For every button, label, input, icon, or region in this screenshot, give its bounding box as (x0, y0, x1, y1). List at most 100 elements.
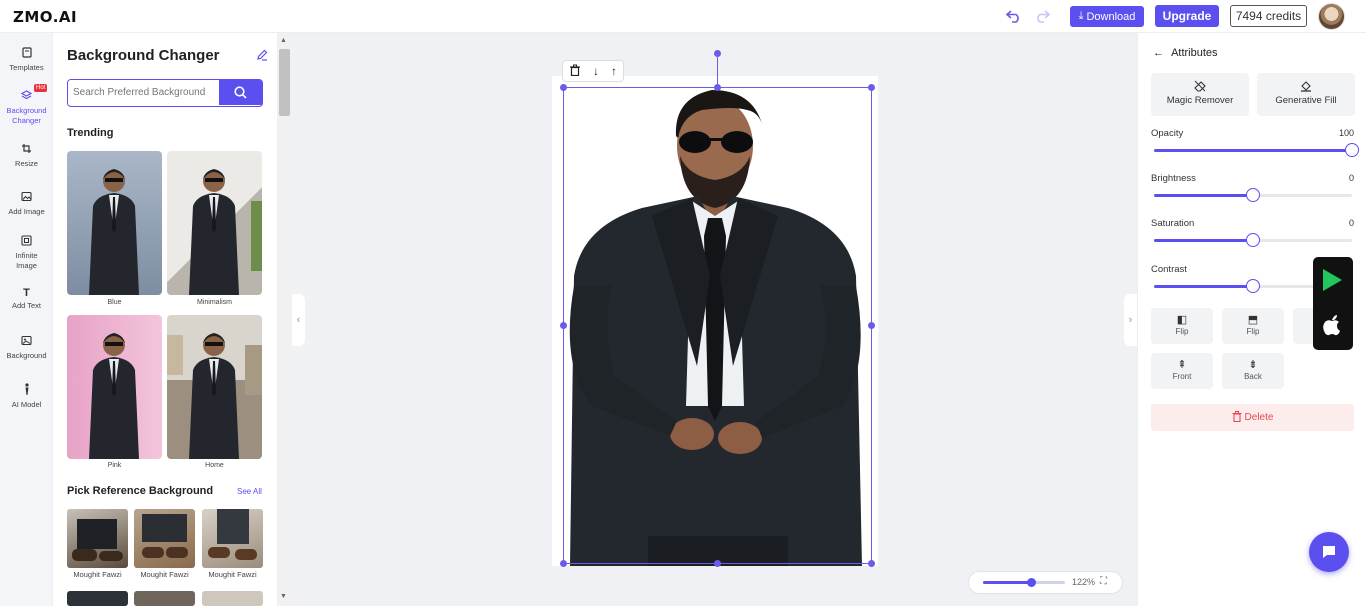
saturation-label: Saturation (1151, 218, 1195, 229)
resize-handle[interactable] (560, 560, 567, 567)
reference-thumb[interactable] (67, 509, 128, 568)
apple-icon[interactable] (1322, 314, 1342, 340)
rotate-handle[interactable] (714, 50, 721, 57)
flip-horizontal-label: Flip (1175, 327, 1189, 336)
reference-thumb[interactable] (67, 591, 128, 606)
opacity-slider-knob[interactable] (1345, 143, 1359, 157)
resize-handle[interactable] (868, 560, 875, 567)
upgrade-button[interactable]: Upgrade (1155, 5, 1219, 27)
app-logo[interactable]: ZMO.AI (13, 8, 77, 26)
back-arrow-icon[interactable]: ← (1153, 47, 1164, 59)
trash-icon[interactable] (569, 64, 581, 79)
redo-icon[interactable] (1034, 9, 1051, 27)
rail-item-add-text[interactable]: T Add Text (0, 287, 53, 311)
saturation-slider[interactable] (1154, 233, 1352, 247)
reference-thumb[interactable] (134, 591, 195, 606)
resize-handle[interactable] (560, 84, 567, 91)
attributes-title: Attributes (1171, 47, 1218, 59)
image-icon (0, 191, 53, 205)
download-button[interactable]: ⤓ Download (1070, 6, 1144, 27)
pick-reference-title: Pick Reference Background (67, 485, 214, 497)
collapse-left-icon[interactable]: ‹ (292, 294, 305, 346)
resize-handle[interactable] (560, 322, 567, 329)
reference-thumb[interactable] (202, 509, 263, 568)
zoom-slider-knob[interactable] (1026, 578, 1036, 587)
panel-scrollbar[interactable]: ▲ ▼ (277, 33, 292, 606)
generative-fill-button[interactable]: Generative Fill (1257, 73, 1355, 116)
bring-front-button[interactable]: ⇞ Front (1151, 353, 1213, 389)
trending-label: Home (205, 462, 224, 469)
reference-thumb[interactable] (202, 591, 263, 606)
eraser-icon (1151, 80, 1249, 95)
search-input[interactable] (68, 80, 220, 105)
rotate-line (717, 56, 718, 87)
delete-button[interactable]: Delete (1151, 404, 1354, 431)
brightness-label: Brightness (1151, 173, 1196, 184)
opacity-label: Opacity (1151, 128, 1184, 139)
trending-thumb-pink[interactable] (67, 315, 162, 459)
trending-thumb-minimalism[interactable] (167, 151, 262, 295)
magic-remover-label: Magic Remover (1166, 95, 1234, 106)
brightness-slider-knob[interactable] (1246, 188, 1260, 202)
search-icon (234, 86, 247, 99)
fit-screen-icon[interactable]: ⛶ (1100, 576, 1107, 587)
chat-icon (1323, 546, 1335, 558)
saturation-slider-fill (1154, 239, 1253, 242)
rail-item-infinite-image[interactable]: Infinite Image (0, 235, 53, 271)
undo-icon[interactable] (1005, 9, 1022, 27)
selection-box (563, 87, 872, 564)
search-button[interactable] (219, 80, 262, 105)
credits-badge[interactable]: 7494 credits (1230, 5, 1307, 27)
zoom-slider[interactable] (983, 578, 1065, 587)
rail-item-ai-model[interactable]: AI Model (0, 383, 53, 410)
opacity-slider[interactable] (1154, 143, 1359, 157)
see-all-link[interactable]: See All (237, 487, 262, 496)
opacity-slider-fill (1154, 149, 1352, 152)
reference-label: Moughit Fawzi (73, 570, 122, 579)
scrollbar-thumb[interactable] (279, 49, 290, 116)
attributes-header[interactable]: ← Attributes (1153, 47, 1218, 59)
resize-handle[interactable] (714, 84, 721, 91)
rail-label: Templates (9, 63, 44, 72)
rail-item-background-changer[interactable]: Hot Background Changer (0, 84, 53, 126)
trash-icon (1232, 410, 1242, 425)
flip-horizontal-button[interactable]: ◧ Flip (1151, 308, 1213, 344)
flip-vertical-button[interactable]: ⬒ Flip (1222, 308, 1284, 344)
collapse-right-icon[interactable]: › (1124, 294, 1137, 346)
brightness-slider[interactable] (1154, 188, 1352, 202)
magic-remover-button[interactable]: Magic Remover (1151, 73, 1249, 116)
trending-thumb-blue[interactable] (67, 151, 162, 295)
object-toolbar: ↓ ↑ (562, 60, 624, 82)
trending-thumb-home[interactable] (167, 315, 262, 459)
scroll-up-icon[interactable]: ▲ (280, 37, 287, 44)
arrow-down-icon[interactable]: ↓ (593, 64, 599, 78)
edit-icon[interactable] (256, 49, 268, 64)
send-back-button[interactable]: ⇟ Back (1222, 353, 1284, 389)
resize-handle[interactable] (868, 322, 875, 329)
flip-horizontal-icon: ◧ (1176, 314, 1188, 326)
rail-label: Background Changer (6, 106, 47, 125)
scroll-down-icon[interactable]: ▼ (280, 593, 287, 600)
top-bar: ZMO.AI ⤓ Download Upgrade 7494 credits (0, 0, 1366, 33)
resize-handle[interactable] (868, 84, 875, 91)
rail-item-background[interactable]: Background (0, 335, 53, 361)
tool-rail: Templates Hot Background Changer Resize … (0, 33, 53, 606)
trending-title: Trending (67, 127, 114, 139)
google-play-icon[interactable] (1323, 269, 1342, 291)
download-icon: ⤓ (1078, 10, 1084, 22)
arrow-up-icon[interactable]: ↑ (611, 64, 617, 78)
avatar[interactable] (1318, 3, 1345, 30)
rail-item-resize[interactable]: Resize (0, 143, 53, 169)
rail-label: AI Model (11, 400, 42, 409)
reference-thumb[interactable] (134, 509, 195, 568)
resize-handle[interactable] (714, 560, 721, 567)
saturation-slider-knob[interactable] (1246, 233, 1260, 247)
panel-title: Background Changer (67, 47, 220, 64)
background-icon (0, 335, 53, 349)
rail-item-templates[interactable]: Templates (0, 47, 53, 73)
chat-button[interactable] (1309, 532, 1349, 572)
contrast-slider-knob[interactable] (1246, 279, 1260, 293)
rail-item-add-image[interactable]: Add Image (0, 191, 53, 217)
reference-label: Moughit Fawzi (208, 570, 257, 579)
zoom-slider-fill (983, 581, 1031, 584)
